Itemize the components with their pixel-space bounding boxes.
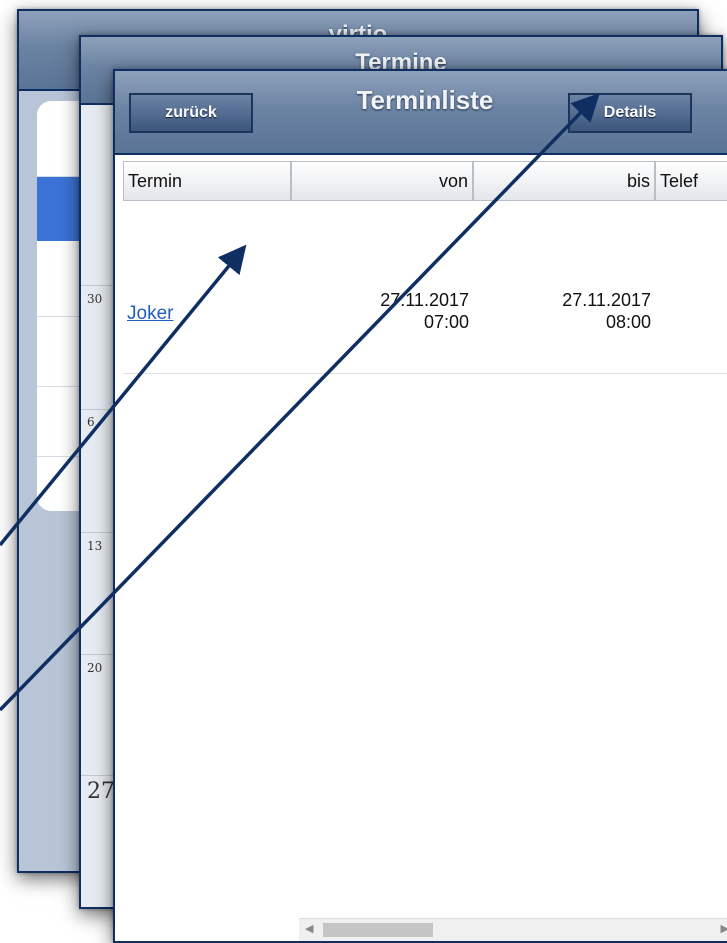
calendar-day[interactable]: 13 — [87, 539, 102, 553]
chevron-right-icon[interactable]: ▶ — [721, 922, 727, 935]
column-header-bis[interactable]: bis — [473, 161, 655, 201]
terminliste-header: zurück Terminliste Details — [115, 71, 727, 155]
calendar-day[interactable]: 20 — [87, 661, 102, 675]
von-time: 07:00 — [423, 312, 469, 332]
column-header-von[interactable]: von — [291, 161, 473, 201]
bis-date: 27.11.2017 — [562, 290, 651, 310]
appointment-link-joker[interactable]: Joker — [127, 303, 173, 325]
appointment-table: Termin von bis Telef Joker 27.11.2017 07… — [123, 155, 727, 941]
details-button[interactable]: Details — [568, 93, 692, 133]
column-header-telefon[interactable]: Telef — [655, 161, 727, 201]
column-header-termin[interactable]: Termin — [123, 161, 291, 201]
chevron-left-icon[interactable]: ◀ — [305, 922, 313, 935]
calendar-day[interactable]: 6 — [87, 415, 95, 429]
bis-time: 08:00 — [605, 312, 651, 332]
scrollbar-thumb[interactable] — [323, 923, 433, 937]
von-date: 27.11.2017 — [380, 290, 469, 310]
terminliste-panel: zurück Terminliste Details Termin von bi… — [113, 69, 727, 943]
calendar-day-current[interactable]: 27 — [87, 779, 115, 804]
row-divider — [123, 373, 727, 374]
calendar-day[interactable]: 30 — [87, 292, 102, 306]
horizontal-scrollbar[interactable]: ◀ ▶ — [299, 918, 727, 941]
